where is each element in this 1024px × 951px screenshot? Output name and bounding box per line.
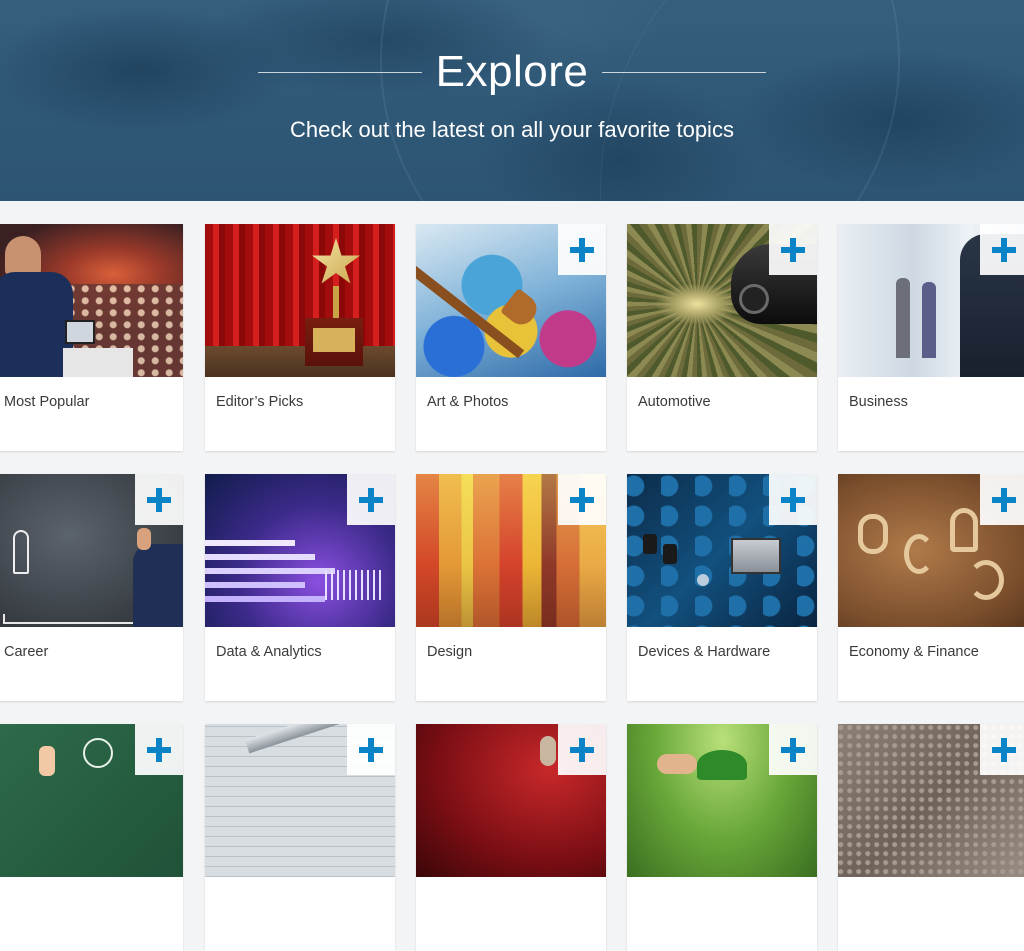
add-topic-button[interactable] (135, 474, 183, 525)
page-subtitle: Check out the latest on all your favorit… (290, 117, 734, 142)
plus-icon (570, 237, 594, 262)
globe-outline-decoration (600, 0, 1024, 201)
page-title: Explore (435, 47, 589, 96)
title-row: Explore (0, 44, 1024, 100)
topic-image-star-trophy (205, 224, 395, 377)
topic-label: Economy & Finance (849, 644, 979, 660)
plus-icon (570, 487, 594, 512)
topic-card-career[interactable]: Career (0, 474, 183, 701)
title-divider-left (257, 71, 422, 73)
plus-icon (147, 487, 171, 512)
plus-icon (992, 487, 1016, 512)
add-topic-button[interactable] (980, 224, 1024, 275)
topic-card[interactable] (627, 724, 817, 951)
topic-label: Devices & Hardware (638, 644, 771, 660)
add-topic-button[interactable] (558, 724, 606, 775)
topic-image-speaker-audience (0, 224, 183, 377)
topic-label: Automotive (638, 394, 711, 410)
topic-label: Business (849, 394, 908, 410)
add-topic-button[interactable] (769, 724, 817, 775)
add-topic-button[interactable] (558, 224, 606, 275)
plus-icon (781, 237, 805, 262)
explore-banner: Explore Check out the latest on all your… (0, 0, 1024, 201)
topic-card-economy-finance[interactable]: Economy & Finance (838, 474, 1024, 701)
topic-label: Art & Photos (427, 394, 509, 410)
plus-icon (781, 487, 805, 512)
plus-icon (992, 737, 1016, 762)
add-topic-button[interactable] (769, 474, 817, 525)
topic-card-devices-hardware[interactable]: Devices & Hardware (627, 474, 817, 701)
topic-card-business[interactable]: Business (838, 224, 1024, 451)
add-topic-button[interactable] (980, 474, 1024, 525)
title-divider-right (602, 71, 767, 73)
add-topic-button[interactable] (769, 224, 817, 275)
add-topic-button[interactable] (347, 724, 395, 775)
topic-label: Data & Analytics (216, 644, 322, 660)
topic-card-design[interactable]: Design (416, 474, 606, 701)
plus-icon (359, 737, 383, 762)
add-topic-button[interactable] (980, 724, 1024, 775)
topic-card-automotive[interactable]: Automotive (627, 224, 817, 451)
topic-label: Editor’s Picks (216, 394, 304, 410)
plus-icon (992, 237, 1016, 262)
add-topic-button[interactable] (558, 474, 606, 525)
plus-icon (147, 737, 171, 762)
topic-card-art-photos[interactable]: Art & Photos (416, 224, 606, 451)
plus-icon (570, 737, 594, 762)
plus-icon (359, 487, 383, 512)
topic-card[interactable] (205, 724, 395, 951)
add-topic-button[interactable] (347, 474, 395, 525)
topic-card-data-analytics[interactable]: Data & Analytics (205, 474, 395, 701)
topic-card[interactable] (838, 724, 1024, 951)
topic-label: Career (4, 644, 49, 660)
topic-card-most-popular[interactable]: Most Popular (0, 224, 183, 451)
topic-card-editors-picks[interactable]: Editor’s Picks (205, 224, 395, 451)
topic-card[interactable] (416, 724, 606, 951)
topic-label: Most Popular (4, 394, 90, 410)
plus-icon (781, 737, 805, 762)
add-topic-button[interactable] (135, 724, 183, 775)
topic-grid: Most Popular Editor’s Picks Art & Photos (0, 224, 1024, 951)
topic-card[interactable] (0, 724, 183, 951)
topic-label: Design (427, 644, 473, 660)
